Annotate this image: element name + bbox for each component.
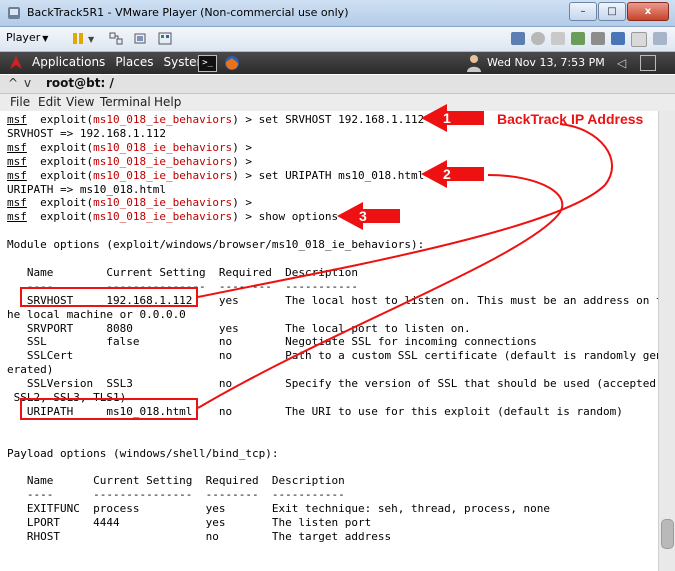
terminal-scrollbar[interactable] xyxy=(658,111,675,571)
msf-prompt: msf xyxy=(7,113,27,126)
terminal-title-bar: ^ v root@bt: / xyxy=(0,75,675,94)
terminal-line: msf exploit(ms10_018_ie_behaviors) > set… xyxy=(7,169,424,183)
terminal-line: Module options (exploit/windows/browser/… xyxy=(7,238,425,252)
terminal-scrollbar-thumb[interactable] xyxy=(661,519,674,549)
prompt-text: exploit( xyxy=(26,196,94,210)
command-text: ) > set URIPATH ms10_018.html xyxy=(232,168,425,182)
prompt-text: exploit( xyxy=(26,168,94,182)
user-icon[interactable] xyxy=(466,54,482,72)
msf-prompt: msf xyxy=(7,210,27,224)
terminal-line: msf exploit(ms10_018_ie_behaviors) > xyxy=(7,196,252,210)
terminal-line: EXITFUNC process yes Exit technique: seh… xyxy=(7,502,551,516)
gnome-top-panel: Applications Places System >_ Wed Nov 13… xyxy=(0,52,675,74)
vmware-app-icon xyxy=(8,7,20,19)
terminal-collapse-icon[interactable]: ^ xyxy=(8,76,18,90)
vmware-title-bar: BackTrack5R1 - VMware Player (Non-commer… xyxy=(0,0,675,27)
terminal-launcher-icon[interactable]: >_ xyxy=(198,55,217,72)
terminal-line: Payload options (windows/shell/bind_tcp)… xyxy=(7,446,279,460)
prompt-text: exploit( xyxy=(26,154,94,168)
sound-device-icon[interactable] xyxy=(653,32,667,45)
terminal-line: msf exploit(ms10_018_ie_behaviors) > sho… xyxy=(7,210,338,224)
unity-icon[interactable] xyxy=(158,32,172,45)
network-adapter-icon[interactable] xyxy=(571,32,585,45)
terminal-line: URIPATH => ms10_018.html xyxy=(7,182,166,196)
msf-prompt: msf xyxy=(7,154,27,168)
terminal-line: ---- --------------- -------- ----------… xyxy=(7,488,345,502)
panel-clock[interactable]: Wed Nov 13, 7:53 PM xyxy=(487,56,605,69)
command-text: ) > set SRVHOST 192.168.1.112 xyxy=(232,113,425,126)
msf-prompt: msf xyxy=(7,196,27,210)
terminal-line: msf exploit(ms10_018_ie_behaviors) > xyxy=(7,141,252,155)
maximize-button[interactable]: □ xyxy=(598,2,626,21)
usb-device-icon[interactable] xyxy=(611,32,625,45)
terminal-title: root@bt: / xyxy=(46,76,114,90)
volume-icon[interactable]: ◁ xyxy=(617,56,626,70)
terminal-menubar: File Edit View Terminal Help xyxy=(0,94,675,111)
module-name: ms10_018_ie_behaviors xyxy=(93,196,233,210)
uripath-highlight-box xyxy=(20,398,198,420)
firefox-icon[interactable] xyxy=(224,55,240,71)
menu-help[interactable]: Help xyxy=(154,95,181,109)
terminal-line: Name Current Setting Required Descriptio… xyxy=(7,474,345,488)
msf-prompt: msf xyxy=(7,140,27,154)
cd-drive-icon[interactable] xyxy=(531,32,545,45)
places-menu[interactable]: Places xyxy=(115,55,153,69)
menu-edit[interactable]: Edit xyxy=(38,95,61,109)
terminal-line: SSL false no Negotiate SSL for incoming … xyxy=(7,335,537,349)
command-text: ) > xyxy=(232,196,253,210)
prompt-text: exploit( xyxy=(26,113,94,126)
module-name: ms10_018_ie_behaviors xyxy=(93,140,233,154)
terminal-line: msf exploit(ms10_018_ie_behaviors) > set… xyxy=(7,113,424,127)
annotation-number-2: 2 xyxy=(443,166,451,182)
window-title: BackTrack5R1 - VMware Player (Non-commer… xyxy=(27,6,349,19)
prompt-text: exploit( xyxy=(26,210,94,224)
player-menu-label: Player xyxy=(6,31,41,44)
close-button[interactable]: x xyxy=(627,2,669,21)
module-name: ms10_018_ie_behaviors xyxy=(93,168,233,182)
floppy-device-icon[interactable] xyxy=(551,32,565,45)
terminal-expand-icon[interactable]: v xyxy=(24,76,31,90)
player-menu[interactable]: Player ▼ xyxy=(6,31,48,44)
command-text: ) > xyxy=(232,154,253,168)
minimize-button[interactable]: – xyxy=(569,2,597,21)
command-text: ) > show options xyxy=(232,210,339,224)
pause-icon[interactable] xyxy=(71,32,85,45)
backtrack-logo-icon[interactable] xyxy=(7,55,25,71)
module-name: ms10_018_ie_behaviors xyxy=(93,210,233,224)
terminal-line: SSLVersion SSL3 no Specify the version o… xyxy=(7,377,663,391)
terminal-line: Name Current Setting Required Descriptio… xyxy=(7,265,358,279)
fullscreen-icon[interactable] xyxy=(133,32,147,45)
terminal-line: SSLCert no Path to a custom SSL certific… xyxy=(7,349,663,363)
command-text: ) > xyxy=(232,140,253,154)
srvhost-highlight-box xyxy=(20,287,198,307)
menu-file[interactable]: File xyxy=(10,95,30,109)
terminal-output[interactable]: msf exploit(ms10_018_ie_behaviors) > set… xyxy=(0,111,663,571)
prompt-text: exploit( xyxy=(26,140,94,154)
menu-terminal[interactable]: Terminal xyxy=(100,95,151,109)
workspace-switcher-icon[interactable] xyxy=(640,55,656,71)
terminal-line: LPORT 4444 yes The listen port xyxy=(7,516,372,530)
chevron-down-icon: ▼ xyxy=(42,34,49,43)
chevron-down-icon[interactable]: ▼ xyxy=(88,35,102,48)
network-device-icon[interactable] xyxy=(511,32,525,45)
vmware-toolbar: Player ▼ ▼ xyxy=(0,27,675,52)
backtrack-ip-label: BackTrack IP Address xyxy=(497,111,644,127)
message-log-icon[interactable] xyxy=(631,32,647,47)
annotation-number-3: 3 xyxy=(359,208,367,224)
terminal-line: erated) xyxy=(7,363,54,377)
annotation-number-1: 1 xyxy=(443,110,451,126)
module-name: ms10_018_ie_behaviors xyxy=(93,154,233,168)
printer-device-icon[interactable] xyxy=(591,32,605,45)
terminal-line: msf exploit(ms10_018_ie_behaviors) > xyxy=(7,155,252,169)
terminal-line: SRVHOST => 192.168.1.112 xyxy=(7,126,166,140)
terminal-line: SRVPORT 8080 yes The local port to liste… xyxy=(7,321,471,335)
send-ctrl-alt-del-icon[interactable] xyxy=(109,32,123,45)
terminal-line: RHOST no The target address xyxy=(7,530,392,543)
msf-prompt: msf xyxy=(7,168,27,182)
module-name: ms10_018_ie_behaviors xyxy=(93,113,233,126)
terminal-line: he local machine or 0.0.0.0 xyxy=(7,307,186,321)
applications-menu[interactable]: Applications xyxy=(32,55,105,69)
menu-view[interactable]: View xyxy=(66,95,94,109)
